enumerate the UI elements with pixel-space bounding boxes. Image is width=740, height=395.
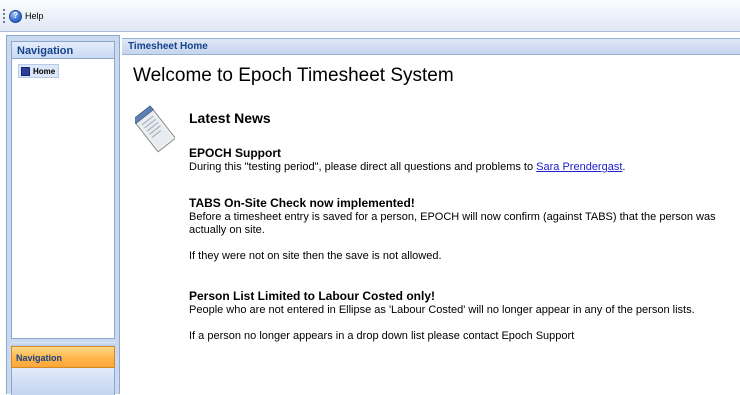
news-text: Before a timesheet entry is saved for a … [189, 211, 716, 236]
support-contact-link[interactable]: Sara Prendergast [536, 161, 622, 173]
nav-item-home-label: Home [33, 66, 56, 76]
news-item: TABS On-Site Check now implemented! Befo… [189, 196, 737, 263]
news-item: EPOCH Support During this "testing perio… [189, 146, 737, 174]
page-title: Welcome to Epoch Timesheet System [133, 65, 454, 86]
navigation-frame: Navigation Home Navigation [6, 35, 120, 395]
home-icon [21, 66, 30, 76]
help-icon: ? [9, 9, 22, 23]
nav-item-home[interactable]: Home [18, 64, 60, 78]
news-document-icon [135, 105, 175, 153]
navigation-bar-button[interactable]: Navigation [11, 346, 115, 368]
news-text: If a person no longer appears in a drop … [189, 330, 575, 342]
news-text: If they were not on site then the save i… [189, 250, 442, 262]
toolbar: ? Help [0, 0, 740, 32]
news-title: Person List Limited to Labour Costed onl… [189, 289, 436, 303]
news-title: EPOCH Support [189, 146, 281, 160]
help-label: Help [25, 11, 44, 21]
toolbar-grip[interactable] [3, 9, 5, 23]
news-text: People who are not entered in Ellipse as… [189, 304, 695, 316]
main-content: Welcome to Epoch Timesheet System Latest… [122, 55, 740, 394]
panel-title: Timesheet Home [122, 38, 740, 55]
latest-news-heading: Latest News [189, 110, 271, 126]
help-button[interactable]: ? Help [9, 8, 44, 24]
navigation-footer [11, 368, 115, 395]
navigation-header: Navigation [11, 41, 115, 59]
news-text: During this "testing period", please dir… [189, 161, 626, 173]
news-title: TABS On-Site Check now implemented! [189, 196, 415, 210]
navigation-panel: Home [11, 59, 115, 339]
news-item: Person List Limited to Labour Costed onl… [189, 289, 737, 343]
